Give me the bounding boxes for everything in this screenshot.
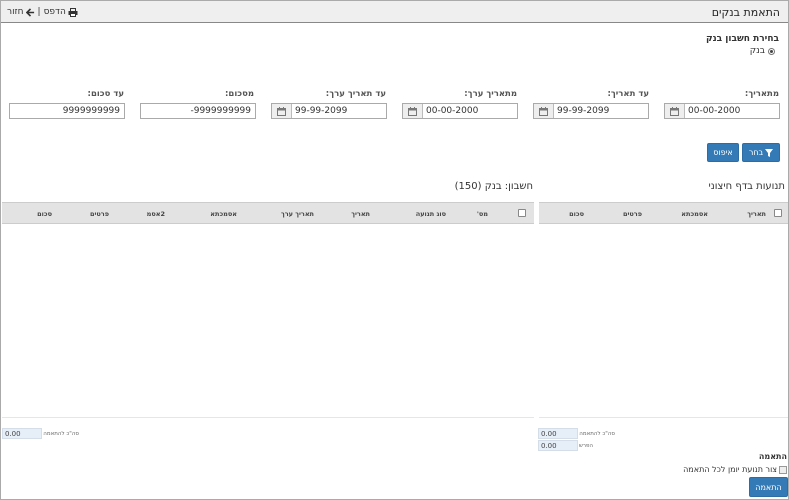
external-difference-label: הפרש xyxy=(578,443,593,449)
to-value-date-label: עד תאריך ערך: xyxy=(325,89,386,99)
from-date-field[interactable]: 00-00-2000 xyxy=(664,103,780,119)
from-amount-field[interactable]: -9999999999 xyxy=(140,103,256,119)
column-reference[interactable]: אסמכתא xyxy=(681,210,708,218)
create-journal-label: צור תנועת יומן לכל התאמה xyxy=(683,465,777,474)
from-value-date-label: מתאריך ערך: xyxy=(464,89,517,99)
create-journal-option[interactable]: צור תנועת יומן לכל התאמה xyxy=(683,465,787,474)
select-button-label: בחר xyxy=(748,148,764,157)
to-amount-label: עד סכום: xyxy=(87,89,124,99)
external-grid-footer-line xyxy=(539,417,788,418)
toolbar-actions: חזור | הדפס xyxy=(7,7,78,17)
match-section-title: התאמה xyxy=(758,452,787,461)
calendar-icon[interactable] xyxy=(403,104,423,118)
column-amount[interactable]: סכום xyxy=(37,210,52,218)
window-title: התאמת בנקים xyxy=(711,6,780,19)
select-button[interactable]: בחר xyxy=(742,143,780,162)
from-date-value: 00-00-2000 xyxy=(688,106,741,116)
bank-radio-button[interactable] xyxy=(768,47,775,55)
column-number[interactable]: מס' xyxy=(477,210,488,218)
back-link[interactable]: חזור xyxy=(7,7,35,17)
column-reference-2[interactable]: 2אסמ xyxy=(147,210,165,218)
account-grid-footer-line xyxy=(2,417,534,418)
filter-icon xyxy=(765,148,774,157)
match-button[interactable]: התאמה xyxy=(749,477,788,497)
to-date-value: 99-99-2099 xyxy=(557,106,610,116)
create-journal-checkbox[interactable] xyxy=(779,465,787,474)
external-sum-to-match: 0.00 xyxy=(538,428,578,439)
column-value-date[interactable]: תאריך ערך xyxy=(281,210,314,218)
account-grid-header: מס' סוג תנועה תאריך תאריך ערך אסמכתא 2אס… xyxy=(2,202,534,224)
to-amount-field[interactable]: 9999999999 xyxy=(9,103,125,119)
bank-radio-option[interactable]: בנק xyxy=(750,46,775,56)
to-date-field[interactable]: 99-99-2099 xyxy=(533,103,649,119)
from-value-date-field[interactable]: 00-00-2000 xyxy=(402,103,518,119)
bank-selection-title: בחירת חשבון בנק xyxy=(705,34,779,44)
calendar-icon[interactable] xyxy=(665,104,685,118)
from-date-label: מתאריך: xyxy=(744,89,779,99)
account-title: חשבון: בנק (150) xyxy=(454,181,533,192)
external-transactions-title: תנועות בדף חיצוני xyxy=(708,181,785,192)
bank-radio-label: בנק xyxy=(749,46,765,56)
column-details[interactable]: פרטים xyxy=(90,210,109,218)
external-grid-body[interactable] xyxy=(539,224,788,417)
column-details[interactable]: פרטים xyxy=(623,210,642,218)
from-amount-label: מסכום: xyxy=(225,89,254,99)
arrow-left-icon xyxy=(25,7,34,17)
column-amount[interactable]: סכום xyxy=(569,210,584,218)
external-difference: 0.00 xyxy=(538,440,578,451)
reset-button[interactable]: איפוס xyxy=(707,143,739,162)
account-grid-body[interactable] xyxy=(2,224,534,417)
external-sum-to-match-label: סה"כ להתאמה xyxy=(579,431,615,437)
to-date-label: עד תאריך: xyxy=(607,89,649,99)
reset-button-label: איפוס xyxy=(713,148,733,157)
toolbar-separator: | xyxy=(37,7,41,17)
from-value-date-value: 00-00-2000 xyxy=(426,106,479,116)
column-reference[interactable]: אסמכתא xyxy=(210,210,237,218)
back-label: חזור xyxy=(7,7,24,17)
account-sum-to-match: 0.00 xyxy=(2,428,42,439)
calendar-icon[interactable] xyxy=(534,104,554,118)
external-grid-header: תאריך אסמכתא פרטים סכום xyxy=(539,202,788,224)
column-date[interactable]: תאריך xyxy=(747,210,766,218)
from-amount-value: -9999999999 xyxy=(190,106,251,116)
match-button-label: התאמה xyxy=(755,482,782,492)
account-sum-to-match-label: סה"כ להתאמה xyxy=(43,431,79,437)
printer-icon xyxy=(68,7,78,17)
print-label: הדפס xyxy=(43,7,66,17)
select-all-checkbox[interactable] xyxy=(518,209,526,217)
title-bar: התאמת בנקים חזור | הדפס xyxy=(1,1,788,23)
calendar-icon[interactable] xyxy=(272,104,292,118)
column-date[interactable]: תאריך xyxy=(351,210,370,218)
to-amount-value: 9999999999 xyxy=(62,106,120,116)
column-transaction-type[interactable]: סוג תנועה xyxy=(416,210,446,218)
print-link[interactable]: הדפס xyxy=(44,7,78,17)
to-value-date-field[interactable]: 99-99-2099 xyxy=(271,103,387,119)
select-all-checkbox[interactable] xyxy=(774,209,782,217)
to-value-date-value: 99-99-2099 xyxy=(295,106,348,116)
